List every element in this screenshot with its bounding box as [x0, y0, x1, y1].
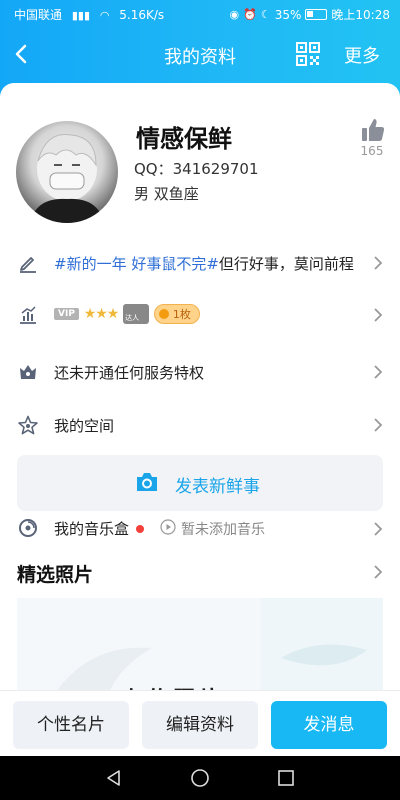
music-box-row[interactable]: 我的音乐盒 暂未添加音乐 — [0, 513, 400, 543]
avatar[interactable] — [16, 121, 118, 223]
star-icon — [18, 415, 38, 435]
signature-topic[interactable]: #新的一年 好事鼠不完# — [54, 255, 219, 273]
thumbs-up-icon[interactable] — [360, 117, 386, 143]
service-privilege-row[interactable]: 还未开通任何服务特权 — [0, 352, 400, 392]
level-stars: ★★★ — [83, 306, 120, 322]
signature-body: 但行好事，莫问前程 — [218, 255, 354, 273]
battery-percent: 35% — [274, 7, 302, 22]
system-navigation-bar — [0, 756, 400, 800]
battery-icon — [305, 9, 328, 20]
level-badges: VIP ★★★ 达人 1枚 — [54, 304, 200, 324]
my-space-row[interactable]: 我的空间 — [0, 405, 400, 445]
send-message-button[interactable]: 发消息 — [271, 701, 387, 749]
nav-bar: 我的资料 更多 — [0, 28, 400, 82]
coin-badge: 1枚 — [153, 304, 200, 324]
leaf-decoration-icon — [281, 644, 367, 666]
edit-profile-button[interactable]: 编辑资料 — [142, 701, 258, 749]
page-title: 我的资料 — [164, 47, 236, 68]
coin-icon — [158, 309, 169, 319]
signal-icon: ▮▮▮ — [71, 9, 91, 22]
post-update-button[interactable]: 发表新鲜事 — [17, 455, 383, 511]
status-bar: 中国联通 ▮▮▮ ◠ 5.16K/s ◉ ⏰ ☾ 35% 晚上10:28 — [0, 0, 400, 28]
alarm-icon: ⏰ — [243, 8, 257, 21]
coin-count: 1枚 — [172, 308, 191, 321]
play-icon[interactable] — [160, 519, 176, 535]
post-update-label: 发表新鲜事 — [175, 477, 260, 497]
system-back-icon[interactable] — [104, 768, 124, 788]
signature-row[interactable]: #新的一年 好事鼠不完#但行好事，莫问前程 — [0, 243, 400, 283]
music-disc-icon — [19, 519, 37, 537]
bottom-action-bar: 个性名片 编辑资料 发消息 — [0, 690, 400, 756]
vip-badge: VIP — [54, 308, 79, 320]
wifi-icon: ◠ — [99, 9, 110, 22]
chevron-right-icon — [374, 365, 383, 379]
service-privilege-text: 还未开通任何服务特权 — [54, 364, 205, 382]
new-indicator-dot — [136, 525, 144, 533]
level-row[interactable]: VIP ★★★ 达人 1枚 — [0, 295, 400, 335]
moon-icon: ☾ — [260, 8, 271, 21]
talent-badge-label: 达人 — [125, 314, 140, 322]
clock: 晚上10:28 — [331, 8, 390, 22]
carrier-label: 中国联通 — [14, 8, 63, 22]
qr-code-icon[interactable] — [296, 42, 320, 66]
chevron-right-icon — [374, 256, 383, 270]
music-empty-text: 暂未添加音乐 — [181, 522, 265, 538]
featured-photos-title: 精选照片 — [17, 564, 94, 586]
chevron-right-icon — [374, 308, 383, 322]
chevron-right-icon — [374, 418, 383, 432]
profile-card-button[interactable]: 个性名片 — [13, 701, 129, 749]
level-chart-icon — [20, 306, 36, 324]
gender-constellation: 男 双鱼座 — [134, 185, 199, 203]
nickname: 情感保鲜 — [136, 125, 232, 153]
camera-icon — [137, 473, 157, 491]
edit-pencil-icon — [20, 257, 36, 273]
music-box-label: 我的音乐盒 — [54, 520, 130, 538]
chevron-right-icon[interactable] — [372, 564, 384, 580]
chevron-right-icon — [374, 522, 383, 536]
avatar-illustration — [30, 134, 104, 223]
more-button[interactable]: 更多 — [344, 42, 380, 68]
crown-basket-icon — [20, 365, 36, 379]
qq-number: QQ：341629701 — [134, 160, 259, 178]
eye-icon: ◉ — [229, 8, 240, 21]
signature-text: #新的一年 好事鼠不完#但行好事，莫问前程 — [54, 253, 354, 274]
profile-card: 情感保鲜 QQ：341629701 男 双鱼座 165 #新的一年 好事鼠不完#… — [0, 83, 400, 778]
network-speed: 5.16K/s — [119, 8, 165, 22]
system-home-icon[interactable] — [190, 768, 210, 788]
my-space-text: 我的空间 — [54, 417, 115, 435]
like-count: 165 — [360, 144, 384, 158]
talent-badge: 达人 — [123, 304, 150, 324]
system-recents-icon[interactable] — [276, 768, 296, 788]
